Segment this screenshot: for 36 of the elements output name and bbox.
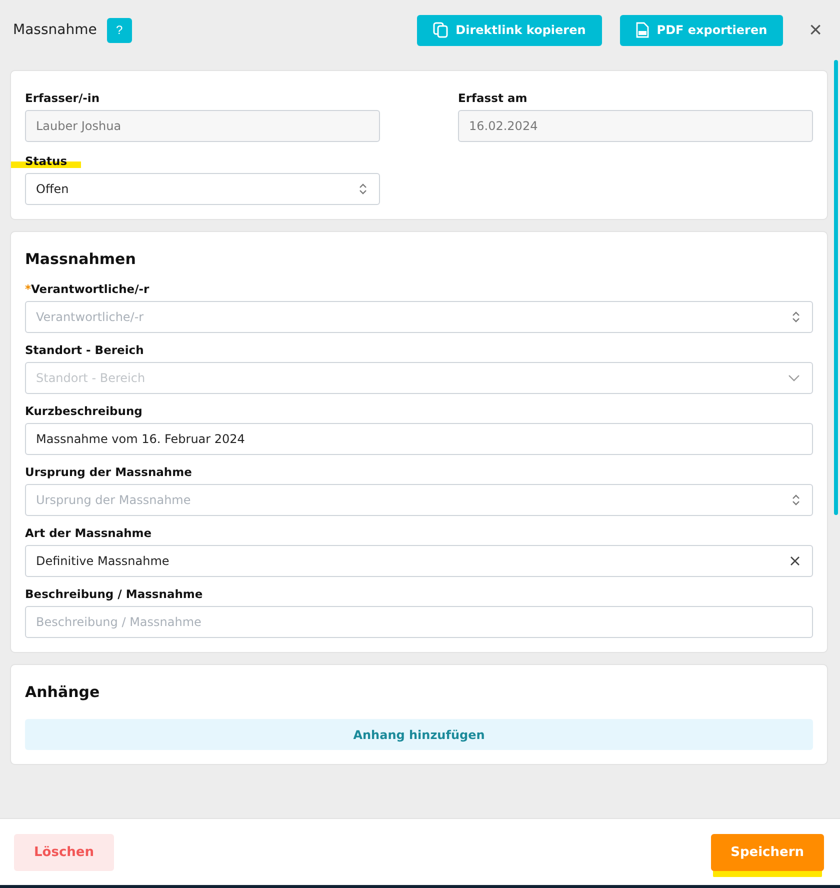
field-label: Art der Massnahme [25, 526, 152, 540]
add-attachment-button[interactable]: Anhang hinzufügen [25, 719, 813, 750]
section-title: Massnahmen [25, 250, 137, 268]
pdf-file-icon [636, 22, 649, 38]
field-label: Ursprung der Massnahme [25, 465, 192, 479]
field-label: Erfasst am [458, 91, 528, 105]
field-label: Beschreibung / Massnahme [25, 587, 203, 601]
field-label: Status [11, 154, 82, 168]
select-field[interactable]: Verantwortliche/-r [25, 301, 813, 333]
readonly-field[interactable]: 16.02.2024 [458, 110, 813, 142]
copy-icon [432, 22, 448, 38]
field-label: *Verantwortliche/-r [25, 282, 150, 296]
copy-link-button[interactable]: Direktlink kopieren [416, 14, 602, 46]
close-button[interactable]: × [805, 19, 826, 41]
input-field[interactable]: Beschreibung / Massnahme [25, 606, 813, 638]
select-field[interactable]: Offen [25, 173, 380, 205]
dialog-title: Massnahme [13, 22, 97, 38]
readonly-field[interactable]: Lauber Joshua [25, 110, 380, 142]
section-title: Anhänge [25, 683, 101, 701]
help-button[interactable]: ? [106, 18, 132, 42]
field-label: Standort - Bereich [25, 343, 144, 357]
select-field[interactable]: Definitive Massnahme [25, 545, 813, 577]
field-label: Kurzbeschreibung [25, 404, 142, 418]
save-button[interactable]: Speichern [710, 834, 824, 870]
chevron-updown-icon [359, 183, 367, 195]
select-field[interactable]: Standort - Bereich [25, 362, 813, 394]
chevron-updown-icon [792, 494, 800, 506]
chevron-down-icon [788, 374, 800, 382]
input-field[interactable]: Massnahme vom 16. Februar 2024 [25, 423, 813, 455]
clear-icon[interactable] [790, 556, 800, 566]
select-field[interactable]: Ursprung der Massnahme [25, 484, 813, 516]
delete-button[interactable]: Löschen [14, 834, 114, 870]
export-pdf-button[interactable]: PDF exportieren [620, 14, 784, 46]
scrollbar[interactable] [834, 60, 838, 515]
chevron-updown-icon [792, 311, 800, 323]
field-label: Erfasser/-in [25, 91, 100, 105]
